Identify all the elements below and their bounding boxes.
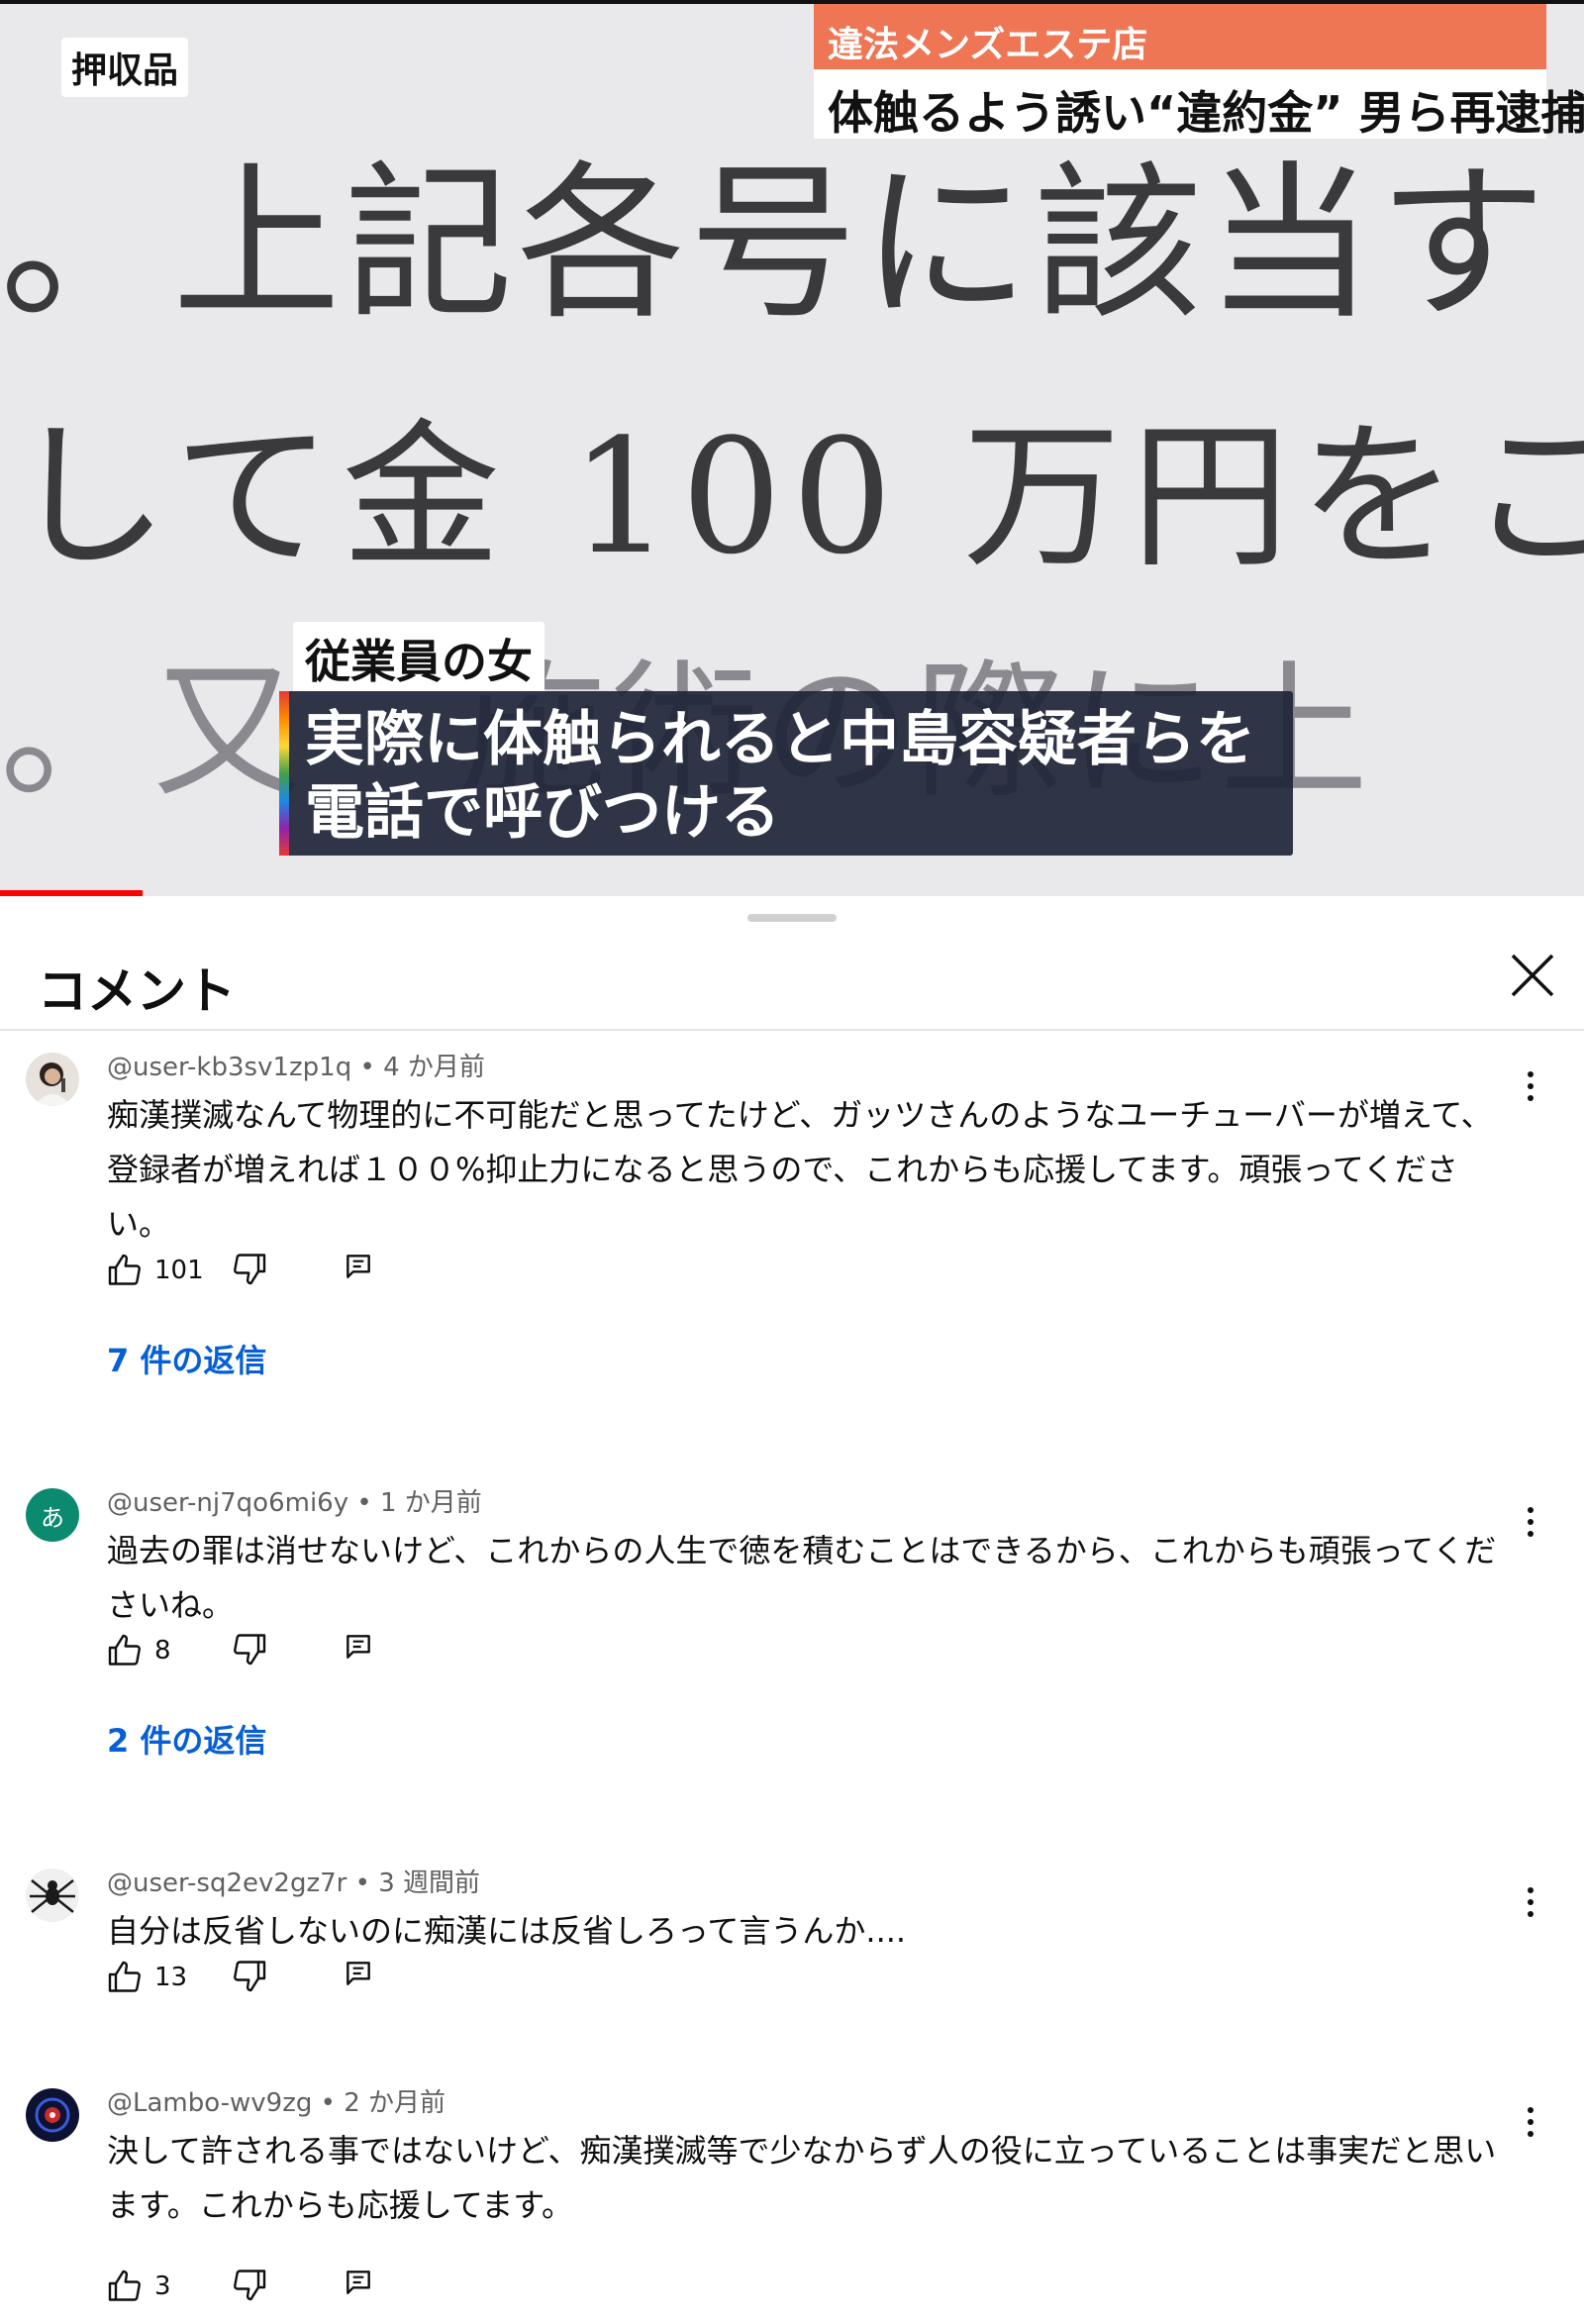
comments-sheet: コメント @user-kb3sv1zp1q • 4 か月前 痴漢撲滅なんて物理的… [0,896,1584,2324]
comment-text: 痴漢撲滅なんて物理的に不可能だと思ってたけど、ガッツさんのようなユーチューバーが… [107,1096,1493,1243]
dislike-button[interactable] [232,1251,271,1290]
author-avatar[interactable] [26,1869,79,1922]
photo-avatar-icon [26,1053,79,1106]
document-text-line-2: して金 100 万円をこ [10,404,1584,589]
like-icon [108,1634,141,1666]
like-icon [108,1961,141,1992]
more-vert-icon [1528,2107,1534,2137]
reply-button[interactable] [343,1958,382,1997]
caption-color-stripe [279,691,289,856]
reply-button[interactable] [343,1251,382,1290]
caption-line-2: 電話で呼びつける [305,778,780,848]
dislike-icon [234,1961,266,1992]
comment-meta: @Lambo-wv9zg • 2 か月前 [107,2082,446,2119]
like-button[interactable]: 3 [107,2267,171,2306]
reply-icon [346,1635,370,1659]
spider-avatar-icon [26,1869,79,1922]
close-icon [1511,954,1554,997]
comment-more-button[interactable] [1515,1874,1546,1930]
comment-meta: @user-kb3sv1zp1q • 4 か月前 [107,1047,485,1083]
video-caption: 実際に体触られると中島容疑者らを 電話で呼びつける [279,691,1293,856]
like-button[interactable]: 8 [107,1631,171,1670]
drag-handle[interactable] [747,914,837,922]
author-avatar[interactable]: あ [26,1488,79,1542]
like-count: 3 [154,2272,171,2301]
evidence-tag: 押収品 [61,38,189,97]
dislike-icon [234,2270,266,2301]
avatar-letter: あ [41,1503,64,1532]
reply-button[interactable] [343,2267,382,2306]
like-count: 8 [154,1636,171,1666]
meta-separator: • [320,2088,345,2118]
more-vert-icon [1528,1887,1534,1917]
like-icon [108,2270,141,2301]
comment-author[interactable]: @user-sq2ev2gz7r [107,1869,346,1898]
comment-meta: @user-sq2ev2gz7r • 3 週間前 [107,1863,480,1899]
dislike-button[interactable] [232,1631,271,1670]
video-player[interactable]: 。上記各号に該当す して金 100 万円をこ 。又 施術の際に上 押収品 違法メ… [0,0,1584,896]
dark-emblem-avatar-icon [26,2088,79,2142]
more-vert-icon [1528,1071,1534,1101]
author-avatar[interactable] [26,1053,79,1106]
comment-time: 4 か月前 [383,1053,485,1082]
like-icon [108,1254,141,1285]
comments-title: コメント [38,962,236,1020]
comment-time: 2 か月前 [344,2088,446,2118]
comment-meta: @user-nj7qo6mi6y • 1 か月前 [107,1482,482,1519]
meta-separator: • [359,1053,384,1082]
comment-more-button[interactable] [1515,2094,1546,2150]
like-button[interactable]: 13 [107,1958,187,1997]
comment-more-button[interactable] [1515,1059,1546,1114]
dislike-button[interactable] [232,2267,271,2306]
reply-icon [346,2271,370,2294]
like-count: 101 [154,1256,204,1285]
like-button[interactable]: 101 [107,1251,204,1290]
news-headline: 体触るよう誘い“違約金” 男ら再逮捕 [814,69,1584,140]
caption-line-1: 実際に体触られると中島容疑者らを [305,705,1255,774]
close-button[interactable] [1505,948,1560,1003]
comment-author[interactable]: @user-nj7qo6mi6y [107,1488,348,1518]
document-text-line-1: 。上記各号に該当す [0,147,1551,343]
more-vert-icon [1528,1507,1534,1537]
meta-separator: • [356,1488,380,1518]
dislike-icon [234,1634,266,1666]
comment-more-button[interactable] [1515,1494,1546,1550]
comment-text: 自分は反省しないのに痴漢には反省しろって言うんか.... [107,1912,907,1950]
news-headline-category: 違法メンズエステ店 [814,4,1546,69]
comment-time: 1 か月前 [379,1488,482,1518]
comment-author[interactable]: @Lambo-wv9zg [107,2088,312,2118]
comment-text: 過去の罪は消せないけど、これからの人生で徳を積むことはできるから、これからも頑張… [107,1532,1497,1624]
author-avatar[interactable] [26,2088,79,2142]
like-count: 13 [154,1963,188,1992]
meta-separator: • [354,1869,379,1898]
reply-icon [346,1255,370,1278]
comment-time: 3 週間前 [378,1869,481,1898]
header-divider [0,1029,1584,1031]
reply-button[interactable] [343,1631,382,1670]
reply-icon [346,1962,370,1985]
dislike-icon [234,1254,266,1285]
view-replies-link[interactable]: 7 件の返信 [107,1336,266,1381]
dislike-button[interactable] [232,1958,271,1997]
comment-author[interactable]: @user-kb3sv1zp1q [107,1053,351,1082]
comment-text: 決して許される事ではないけど、痴漢撲滅等で少なからず人の役に立っていることは事実… [107,2132,1497,2224]
speaker-tag: 従業員の女 [293,622,544,695]
view-replies-link[interactable]: 2 件の返信 [107,1716,266,1762]
